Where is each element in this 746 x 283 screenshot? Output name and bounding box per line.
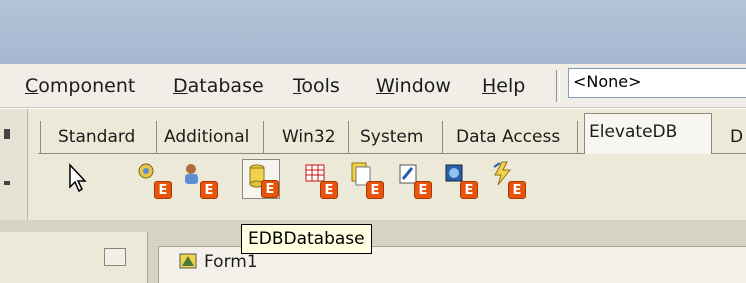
elevatedb-badge-icon: E xyxy=(366,181,384,199)
grip-arrow-icon xyxy=(4,129,10,139)
grip-dot-icon xyxy=(4,181,10,185)
tab-more[interactable]: D xyxy=(726,121,746,153)
pointer-cursor-icon[interactable] xyxy=(62,161,92,195)
elevatedb-badge-icon: E xyxy=(414,181,432,199)
edb-database-tool[interactable]: E xyxy=(242,159,280,199)
elevatedb-badge-icon: E xyxy=(261,180,279,198)
edb-table-tool[interactable]: E xyxy=(300,159,338,199)
window-title-bar xyxy=(0,0,746,64)
edb-query-tool[interactable]: E xyxy=(346,159,384,199)
edb-session-tool[interactable]: E xyxy=(134,159,172,199)
elevatedb-badge-icon: E xyxy=(200,181,218,199)
tab-standard[interactable]: Standard xyxy=(54,121,157,153)
elevatedb-badge-icon: E xyxy=(508,181,526,199)
menu-component[interactable]: Component xyxy=(25,75,135,97)
edb-script-tool[interactable]: E xyxy=(440,159,478,199)
menu-database[interactable]: Database xyxy=(173,75,264,97)
tabs-grip xyxy=(40,121,42,153)
tab-win32[interactable]: Win32 xyxy=(278,121,349,153)
tab-additional[interactable]: Additional xyxy=(160,121,264,153)
elevatedb-badge-icon: E xyxy=(320,181,338,199)
form-icon xyxy=(179,253,197,269)
edb-storedproc-tool[interactable]: E xyxy=(394,159,432,199)
tab-system[interactable]: System xyxy=(356,121,443,153)
elevatedb-badge-icon: E xyxy=(460,181,478,199)
combo-value: <None> xyxy=(573,72,642,91)
menu-help[interactable]: Help xyxy=(482,75,525,97)
desktop-combo[interactable]: <None> xyxy=(568,68,746,98)
component-tooltip: EDBDatabase xyxy=(241,224,372,254)
menu-tools[interactable]: Tools xyxy=(293,75,340,97)
menu-window[interactable]: Window xyxy=(376,75,451,97)
form-title: Form1 xyxy=(204,252,258,272)
menu-separator xyxy=(556,70,560,102)
panel-dropdown-button[interactable] xyxy=(104,248,126,266)
edb-update-tool[interactable]: E xyxy=(488,159,526,199)
tab-elevatedb[interactable]: ElevateDB xyxy=(584,113,712,154)
menu-bar: Component Database Tools Window Help <No… xyxy=(0,64,746,108)
edb-users-tool[interactable]: E xyxy=(180,159,218,199)
elevatedb-badge-icon: E xyxy=(154,181,172,199)
toolbar-grip[interactable] xyxy=(0,109,28,238)
tab-data-access[interactable]: Data Access xyxy=(452,121,578,153)
component-palette: Standard Additional Win32 System Data Ac… xyxy=(0,109,746,238)
